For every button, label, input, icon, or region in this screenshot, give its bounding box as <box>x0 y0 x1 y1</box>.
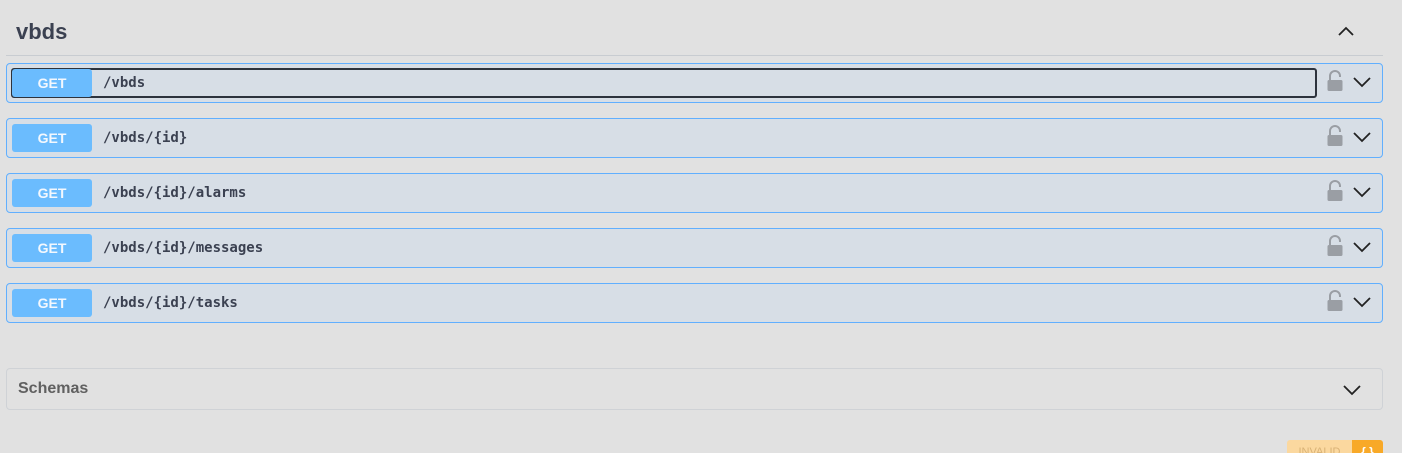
operation-get-vbds[interactable]: GET /vbds <box>6 63 1383 103</box>
chevron-down-icon[interactable] <box>1351 71 1373 93</box>
lock-open-icon[interactable] <box>1326 125 1344 147</box>
schemas-title: Schemas <box>18 380 89 397</box>
operation-path: /vbds/{id}/alarms <box>103 185 247 201</box>
schemas-section[interactable]: Schemas <box>6 368 1383 410</box>
operation-get-vbds-id-tasks[interactable]: GET /vbds/{id}/tasks <box>6 283 1383 323</box>
braces-icon: { } <box>1352 440 1383 453</box>
chevron-down-icon[interactable] <box>1351 236 1373 258</box>
validator-status: INVALID <box>1287 440 1352 453</box>
operation-path: /vbds/{id}/tasks <box>103 295 238 311</box>
tag-section-header[interactable]: vbds <box>6 8 1383 56</box>
operation-path: /vbds/{id}/messages <box>103 240 264 256</box>
lock-open-icon[interactable] <box>1326 180 1344 202</box>
lock-open-icon[interactable] <box>1326 70 1344 92</box>
chevron-down-icon[interactable] <box>1351 126 1373 148</box>
operation-get-vbds-id-messages[interactable]: GET /vbds/{id}/messages <box>6 228 1383 268</box>
method-badge: GET <box>12 289 92 317</box>
method-badge: GET <box>12 124 92 152</box>
validator-badge[interactable]: INVALID { } <box>1287 440 1383 453</box>
lock-open-icon[interactable] <box>1326 235 1344 257</box>
chevron-down-icon[interactable] <box>1351 181 1373 203</box>
chevron-down-icon[interactable] <box>1351 291 1373 313</box>
chevron-down-icon[interactable] <box>1341 379 1363 401</box>
operation-path: /vbds/{id} <box>103 130 188 146</box>
operation-get-vbds-id-alarms[interactable]: GET /vbds/{id}/alarms <box>6 173 1383 213</box>
chevron-up-icon[interactable] <box>1334 20 1358 44</box>
method-badge: GET <box>12 179 92 207</box>
operation-summary-focused[interactable] <box>11 68 1317 98</box>
operation-path: /vbds <box>103 75 146 91</box>
lock-open-icon[interactable] <box>1326 290 1344 312</box>
tag-title: vbds <box>16 19 68 44</box>
operation-get-vbds-id[interactable]: GET /vbds/{id} <box>6 118 1383 158</box>
swagger-page: vbds GET /vbds GET /vbds/{id} GET /vbds/… <box>0 0 1402 453</box>
method-badge: GET <box>12 234 92 262</box>
method-badge: GET <box>12 69 92 97</box>
